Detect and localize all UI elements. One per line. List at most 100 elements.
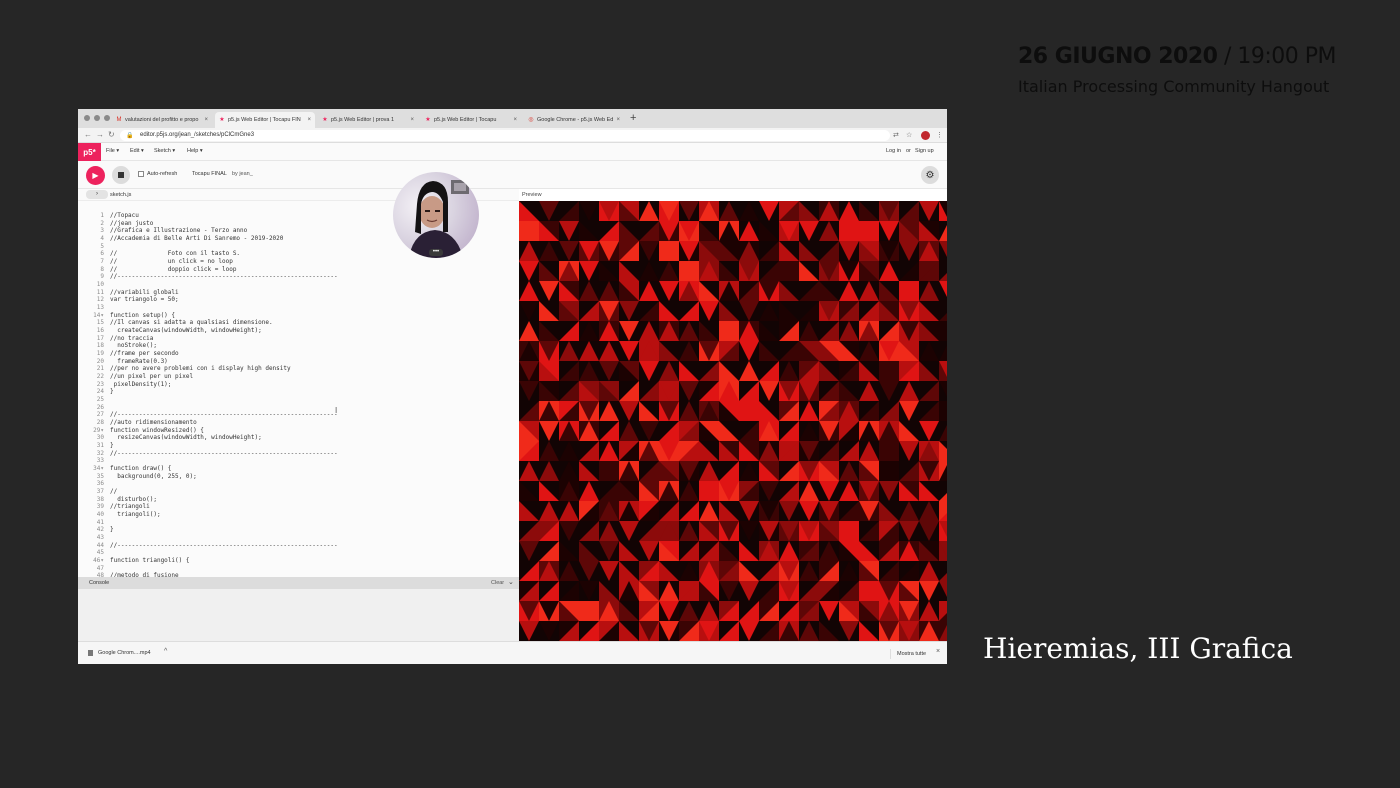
tab-label: valutazioni del profitto e propo [125, 117, 199, 123]
console-clear-button[interactable]: Clear [491, 580, 504, 586]
code-text: //jean justo [110, 219, 154, 227]
star-icon: ★ [425, 117, 431, 123]
code-text: triangoli(); [110, 511, 161, 519]
code-line: 44 //------------------------------------… [78, 542, 338, 550]
code-text: function windowResized() { [110, 426, 204, 434]
line-number: 18 [96, 342, 104, 350]
show-all-button[interactable]: Mostra tutte [890, 649, 930, 659]
code-line: 2 //jean justo [78, 220, 153, 228]
p5-logo[interactable]: p5* [78, 143, 101, 161]
line-number: 42 [96, 526, 104, 534]
code-line: 28 //auto ridimensionamento [78, 419, 197, 427]
play-button[interactable]: ▶ [86, 166, 105, 185]
line-number: 1 [100, 212, 104, 219]
tab-close-icon[interactable]: × [410, 117, 414, 123]
code-text: resizeCanvas(windowWidth, windowHeight); [110, 434, 262, 442]
forward-icon[interactable]: → [96, 130, 104, 139]
translate-icon[interactable]: ⇄ [893, 131, 899, 139]
p5-toolbar: ▶ Auto-refresh Tocapu FINAL by jean_ ⚙ [78, 161, 947, 189]
browser-window: Mvalutazioni del profitto e propo × ★ p5.js… [78, 109, 947, 664]
code-line: 3 //Grafica e Illustrazione - Terzo anno [78, 227, 247, 235]
browser-tab[interactable]: ◎ Google Chrome - p5.js Web Ed × [524, 112, 624, 128]
tab-close-icon[interactable]: × [513, 117, 517, 123]
code-text: } [110, 388, 114, 396]
settings-gear-icon[interactable]: ⚙ [921, 166, 939, 184]
tab-close-icon[interactable]: × [307, 117, 311, 123]
line-number: 28 [96, 419, 104, 427]
line-number: 38 [96, 495, 104, 503]
new-tab-button[interactable]: + [630, 112, 636, 124]
reload-icon[interactable]: ↻ [108, 130, 115, 139]
code-text: // doppio click = loop [110, 265, 237, 273]
code-editor[interactable]: 1 //Topacu 2 //jean justo 3 //Grafica e Illus… [78, 201, 519, 577]
code-text: function triangoli() { [110, 557, 190, 565]
code-text: //--------------------------------------… [110, 411, 338, 419]
profile-avatar-icon[interactable] [921, 131, 930, 140]
tab-close-icon[interactable]: × [616, 117, 620, 123]
code-text: //Il canvas si adatta a qualsiasi dimens… [110, 319, 273, 327]
console-collapse-chevron-icon[interactable]: ⌄ [508, 578, 514, 586]
browser-tab[interactable]: ★ p5.js Web Editor | prova 1 × [318, 112, 418, 128]
download-options-chevron-icon[interactable]: ^ [164, 648, 167, 655]
window-controls [84, 115, 110, 121]
download-bar-close-icon[interactable]: × [936, 648, 940, 655]
text-cursor-icon: I [335, 406, 338, 415]
code-line: 6 // Foto con il tasto S. [78, 250, 240, 258]
code-text: //Topacu [110, 212, 139, 219]
tab-close-icon[interactable]: × [204, 117, 208, 123]
code-line: 15 //Il canvas si adatta a qualsiasi dime… [78, 319, 273, 327]
file-tab-sketch[interactable]: sketch.js [110, 192, 131, 198]
line-number: 3 [100, 227, 104, 235]
p5-menu-bar: p5* File ▾ Edit ▾ Sketch ▾ Help ▾ Log in… [78, 143, 947, 161]
code-text: //--------------------------------------… [110, 273, 338, 281]
minimize-dot-icon[interactable] [94, 115, 100, 121]
code-text: //triangoli [110, 503, 150, 511]
line-number: 7 [100, 258, 104, 266]
code-line: 24} [78, 388, 114, 396]
browser-tab[interactable]: Mvalutazioni del profitto e propo × [112, 112, 212, 128]
code-text: function draw() { [110, 465, 172, 473]
code-text: //per no avere problemi con i display hi… [110, 365, 291, 373]
download-item[interactable]: Google Chrom....mp4 [88, 650, 151, 656]
download-filename: Google Chrom....mp4 [98, 650, 151, 656]
code-line: 9 //-------------------------------------… [78, 273, 338, 281]
menu-sketch[interactable]: Sketch ▾ [154, 148, 175, 154]
sidebar-toggle-chevron-icon[interactable]: › [86, 190, 108, 199]
code-text: //--------------------------------------… [110, 449, 338, 457]
line-number: 40 [96, 511, 104, 519]
code-line: 10 [78, 281, 110, 289]
tab-strip: Mvalutazioni del profitto e propo × ★ p5.js… [78, 109, 947, 128]
close-dot-icon[interactable] [84, 115, 90, 121]
line-number: 23 [96, 380, 104, 388]
code-line: 41 [78, 519, 110, 527]
signup-link[interactable]: Sign up [915, 148, 934, 154]
code-text: //un pixel per un pixel [110, 373, 194, 381]
menu-edit[interactable]: Edit ▾ [130, 148, 144, 154]
webcam-more-icon[interactable]: ••• [429, 249, 443, 256]
login-link[interactable]: Log in [886, 148, 901, 154]
maximize-dot-icon[interactable] [104, 115, 110, 121]
preview-canvas [519, 201, 947, 641]
code-line: 37 // [78, 488, 117, 496]
auto-refresh-toggle[interactable]: Auto-refresh [138, 171, 177, 177]
gmail-icon: M [116, 117, 122, 123]
code-line: 12 var triangolo = 50; [78, 296, 179, 304]
menu-file[interactable]: File ▾ [106, 148, 119, 154]
bookmark-star-icon[interactable]: ☆ [906, 131, 912, 139]
line-number: 35 [96, 472, 104, 480]
url-field[interactable]: editor.p5js.org/jean_/sketches/pClCmGne3 [120, 130, 890, 141]
browser-tab[interactable]: ★ p5.js Web Editor | Tocapu × [421, 112, 521, 128]
menu-help[interactable]: Help ▾ [187, 148, 203, 154]
code-line: 46▾ function triangoli() { [78, 557, 189, 565]
back-icon[interactable]: ← [84, 130, 92, 139]
auto-refresh-checkbox[interactable] [138, 171, 144, 177]
sketch-title[interactable]: Tocapu FINAL [192, 171, 227, 177]
code-line: 7 // un click = no loop [78, 258, 232, 266]
stop-button[interactable] [112, 166, 130, 184]
more-vert-icon[interactable]: ⋮ [936, 131, 943, 139]
play-icon: ▶ [92, 171, 99, 180]
line-number: 15 [96, 319, 104, 327]
code-line: 29▾ function windowResized() { [78, 427, 204, 435]
browser-tab[interactable]: ★ p5.js Web Editor | Tocapu FIN × [215, 112, 315, 128]
line-number: 33 [96, 457, 104, 465]
